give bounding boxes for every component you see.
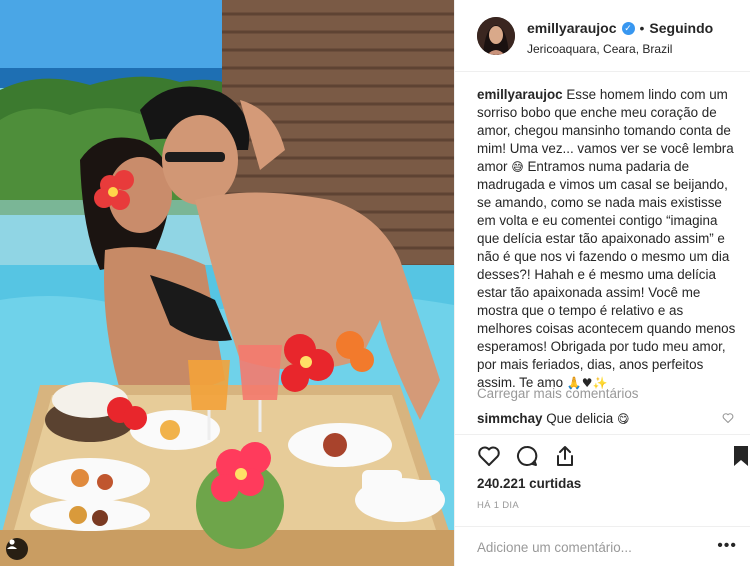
couple-pool-photo bbox=[0, 0, 454, 566]
post-header: emillyaraujoc ✓ • Seguindo Jericoaquara,… bbox=[455, 0, 750, 72]
header-separator: • bbox=[639, 20, 645, 36]
comment-username[interactable]: simmchay bbox=[477, 411, 543, 426]
verified-badge-icon: ✓ bbox=[621, 21, 635, 35]
likes-count[interactable]: 240.221 curtidas bbox=[477, 476, 581, 491]
avatar[interactable] bbox=[477, 17, 515, 55]
share-icon[interactable] bbox=[553, 444, 577, 468]
location-link[interactable]: Jericoaquara, Ceara, Brazil bbox=[527, 42, 743, 56]
comment-item: simmchay Que delicia 😋 bbox=[477, 410, 736, 428]
bookmark-icon[interactable] bbox=[729, 444, 750, 468]
post-timestamp[interactable]: HÁ 1 DIA bbox=[477, 500, 519, 511]
comment-bubble-icon[interactable] bbox=[515, 444, 539, 468]
more-options-icon[interactable]: ••• bbox=[717, 538, 737, 554]
header-username[interactable]: emillyaraujoc bbox=[527, 20, 617, 36]
heart-icon[interactable] bbox=[477, 444, 501, 468]
post-caption: emillyaraujoc Esse homem lindo com um so… bbox=[477, 86, 739, 392]
post-side-panel: emillyaraujoc ✓ • Seguindo Jericoaquara,… bbox=[454, 0, 750, 566]
add-comment-area: ••• bbox=[455, 526, 750, 566]
post-photo[interactable] bbox=[0, 0, 454, 566]
load-more-comments-link[interactable]: Carregar mais comentários bbox=[477, 386, 639, 401]
comment-like-heart-icon[interactable] bbox=[722, 411, 734, 429]
person-tag-icon[interactable] bbox=[6, 538, 28, 560]
comment-text: Que delicia bbox=[546, 411, 614, 426]
follow-button[interactable]: Seguindo bbox=[649, 20, 713, 36]
add-comment-input[interactable] bbox=[477, 536, 707, 558]
comment-emoji: 😋 bbox=[616, 412, 630, 426]
action-bar bbox=[455, 434, 750, 476]
caption-text-2: Entramos numa padaria de madrugada e vim… bbox=[477, 159, 736, 390]
caption-username[interactable]: emillyaraujoc bbox=[477, 87, 563, 102]
caption-emoji-1: 😅 bbox=[511, 160, 524, 174]
